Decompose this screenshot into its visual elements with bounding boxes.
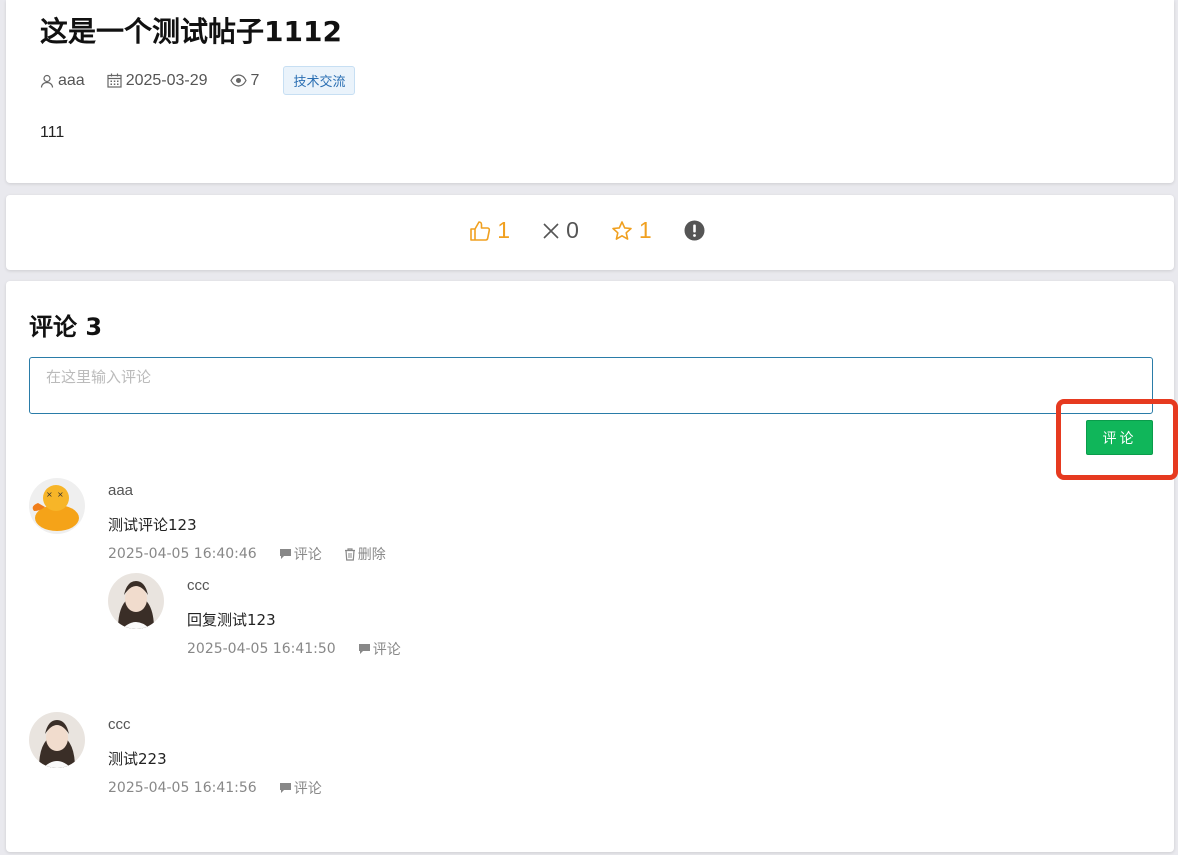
post-views: 7	[229, 71, 260, 90]
comment-author[interactable]: ccc	[108, 716, 131, 733]
comment-footer: 2025-04-05 16:41:50 评论	[187, 639, 423, 659]
user-photo-icon	[108, 573, 164, 629]
comment-icon	[358, 644, 370, 654]
star-icon	[612, 220, 632, 240]
dislike-button[interactable]: 0	[542, 217, 579, 244]
reply-label: 评论	[293, 781, 322, 797]
comment-text: 测试评论123	[108, 516, 197, 534]
user-icon	[40, 74, 54, 88]
post-date-text: 2025-03-29	[125, 71, 208, 89]
dislike-count: 0	[566, 217, 579, 243]
comments-title: 评论 3	[29, 313, 103, 341]
comment-text: 回复测试123	[187, 611, 276, 629]
comment-input[interactable]	[29, 357, 1153, 414]
comment-time: 2025-04-05 16:41:50	[187, 641, 336, 657]
user-photo-icon	[29, 712, 85, 768]
comment-footer: 2025-04-05 16:41:56 评论	[108, 778, 344, 798]
exclamation-icon	[684, 220, 705, 241]
reply-button[interactable]: 评论	[279, 544, 322, 564]
avatar[interactable]	[108, 573, 164, 629]
like-count: 1	[497, 217, 511, 243]
post-meta: aaa 2025-03-29 7 技术交流	[40, 66, 356, 95]
reply-button[interactable]: 评论	[279, 778, 322, 798]
post-views-count: 7	[250, 71, 260, 89]
post-author-name: aaa	[58, 71, 85, 89]
reply-button[interactable]: 评论	[358, 639, 401, 659]
comment-time: 2025-04-05 16:41:56	[108, 780, 257, 796]
thumbs-up-icon	[470, 220, 491, 241]
reply-label: 评论	[293, 547, 322, 563]
comment-text: 测试223	[108, 750, 167, 768]
avatar[interactable]	[29, 712, 85, 768]
post-date: 2025-03-29	[107, 72, 208, 90]
calendar-icon	[107, 73, 122, 88]
comment-author[interactable]: ccc	[187, 577, 210, 594]
post-tag[interactable]: 技术交流	[283, 66, 356, 95]
favorite-count: 1	[638, 217, 652, 243]
comments-card: 评论 3 评论 × × aaa 测试评论123 2025-04-05 16:40…	[6, 281, 1178, 852]
post-title: 这是一个测试帖子1112	[40, 15, 342, 48]
svg-text:×: ×	[57, 490, 64, 499]
post-content: 111	[40, 124, 65, 141]
post-author[interactable]: aaa	[40, 72, 85, 90]
like-button[interactable]: 1	[469, 217, 510, 244]
trash-icon	[344, 547, 355, 561]
comment-author[interactable]: aaa	[108, 482, 133, 499]
duck-avatar-icon: × ×	[29, 478, 85, 534]
comment-footer: 2025-04-05 16:40:46 评论 删除	[108, 544, 408, 564]
comment-time: 2025-04-05 16:40:46	[108, 546, 257, 562]
close-icon	[543, 222, 559, 239]
reply-label: 评论	[372, 642, 401, 658]
post-actions-card: 1 0 1	[6, 195, 1174, 270]
svg-text:×: ×	[46, 490, 53, 499]
submit-comment-button[interactable]: 评论	[1086, 420, 1153, 455]
eye-icon	[229, 74, 247, 87]
post-card: 这是一个测试帖子1112 aaa 2025-03-29 7 技术交流 111	[6, 0, 1174, 183]
avatar[interactable]: × ×	[29, 478, 85, 534]
comment-icon	[279, 783, 291, 793]
delete-button[interactable]: 删除	[344, 544, 386, 564]
delete-label: 删除	[357, 547, 386, 563]
comment-icon	[279, 549, 291, 559]
favorite-button[interactable]: 1	[611, 217, 652, 244]
post-actions: 1 0 1	[6, 217, 1174, 244]
report-button[interactable]	[684, 220, 711, 241]
